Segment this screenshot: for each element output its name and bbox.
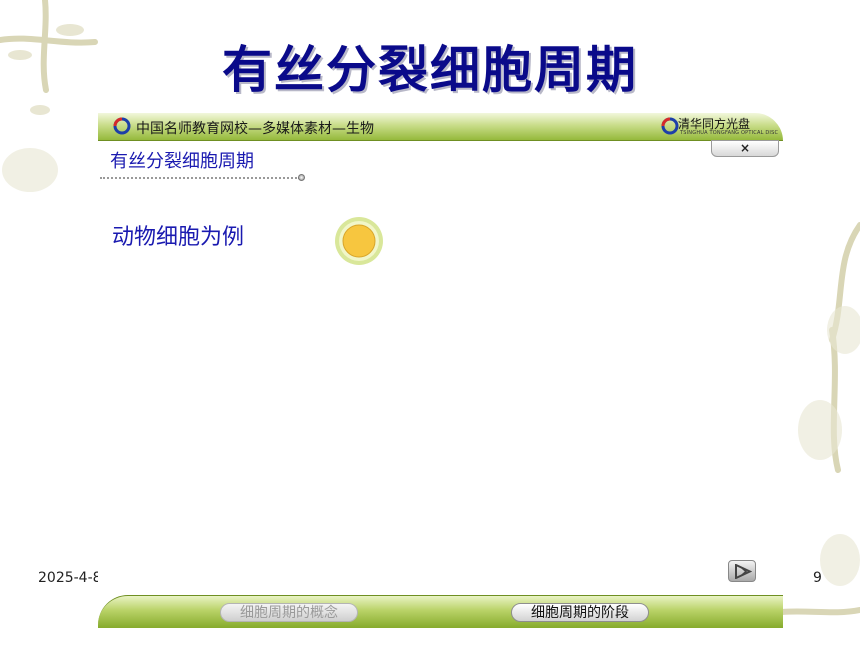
- play-arrow-icon: [735, 564, 752, 579]
- slide-date: 2025-4-8: [38, 570, 102, 586]
- cell-cycle-concept-button[interactable]: 细胞周期的概念: [220, 603, 358, 622]
- divider-dot-icon: [298, 174, 305, 181]
- close-button[interactable]: ×: [711, 140, 779, 157]
- app-footer-bar: 细胞周期的概念 细胞周期的阶段: [98, 595, 783, 628]
- multimedia-app-window: 中国名师教育网校—多媒体素材—生物 清华同方光盘 TSINGHUA TONGFA…: [98, 95, 783, 628]
- subheading-animal-cell: 动物细胞为例: [112, 225, 245, 250]
- next-button[interactable]: [728, 560, 756, 582]
- animal-cell-figure: [335, 217, 383, 265]
- section-heading: 有丝分裂细胞周期: [110, 151, 254, 172]
- slide-title: 有丝分裂细胞周期: [222, 41, 638, 99]
- brand-logo-icon: [661, 117, 679, 135]
- brand-subtitle: TSINGHUA TONGFANG OPTICAL DISC: [680, 130, 779, 136]
- cell-cycle-phases-button[interactable]: 细胞周期的阶段: [511, 603, 649, 622]
- app-header-title: 中国名师教育网校—多媒体素材—生物: [136, 121, 374, 137]
- tongfang-logo-icon: [113, 117, 131, 135]
- app-header-bar: 中国名师教育网校—多媒体素材—生物 清华同方光盘 TSINGHUA TONGFA…: [98, 113, 783, 141]
- heading-divider: [100, 177, 300, 179]
- slide-page-number: 9: [813, 570, 822, 586]
